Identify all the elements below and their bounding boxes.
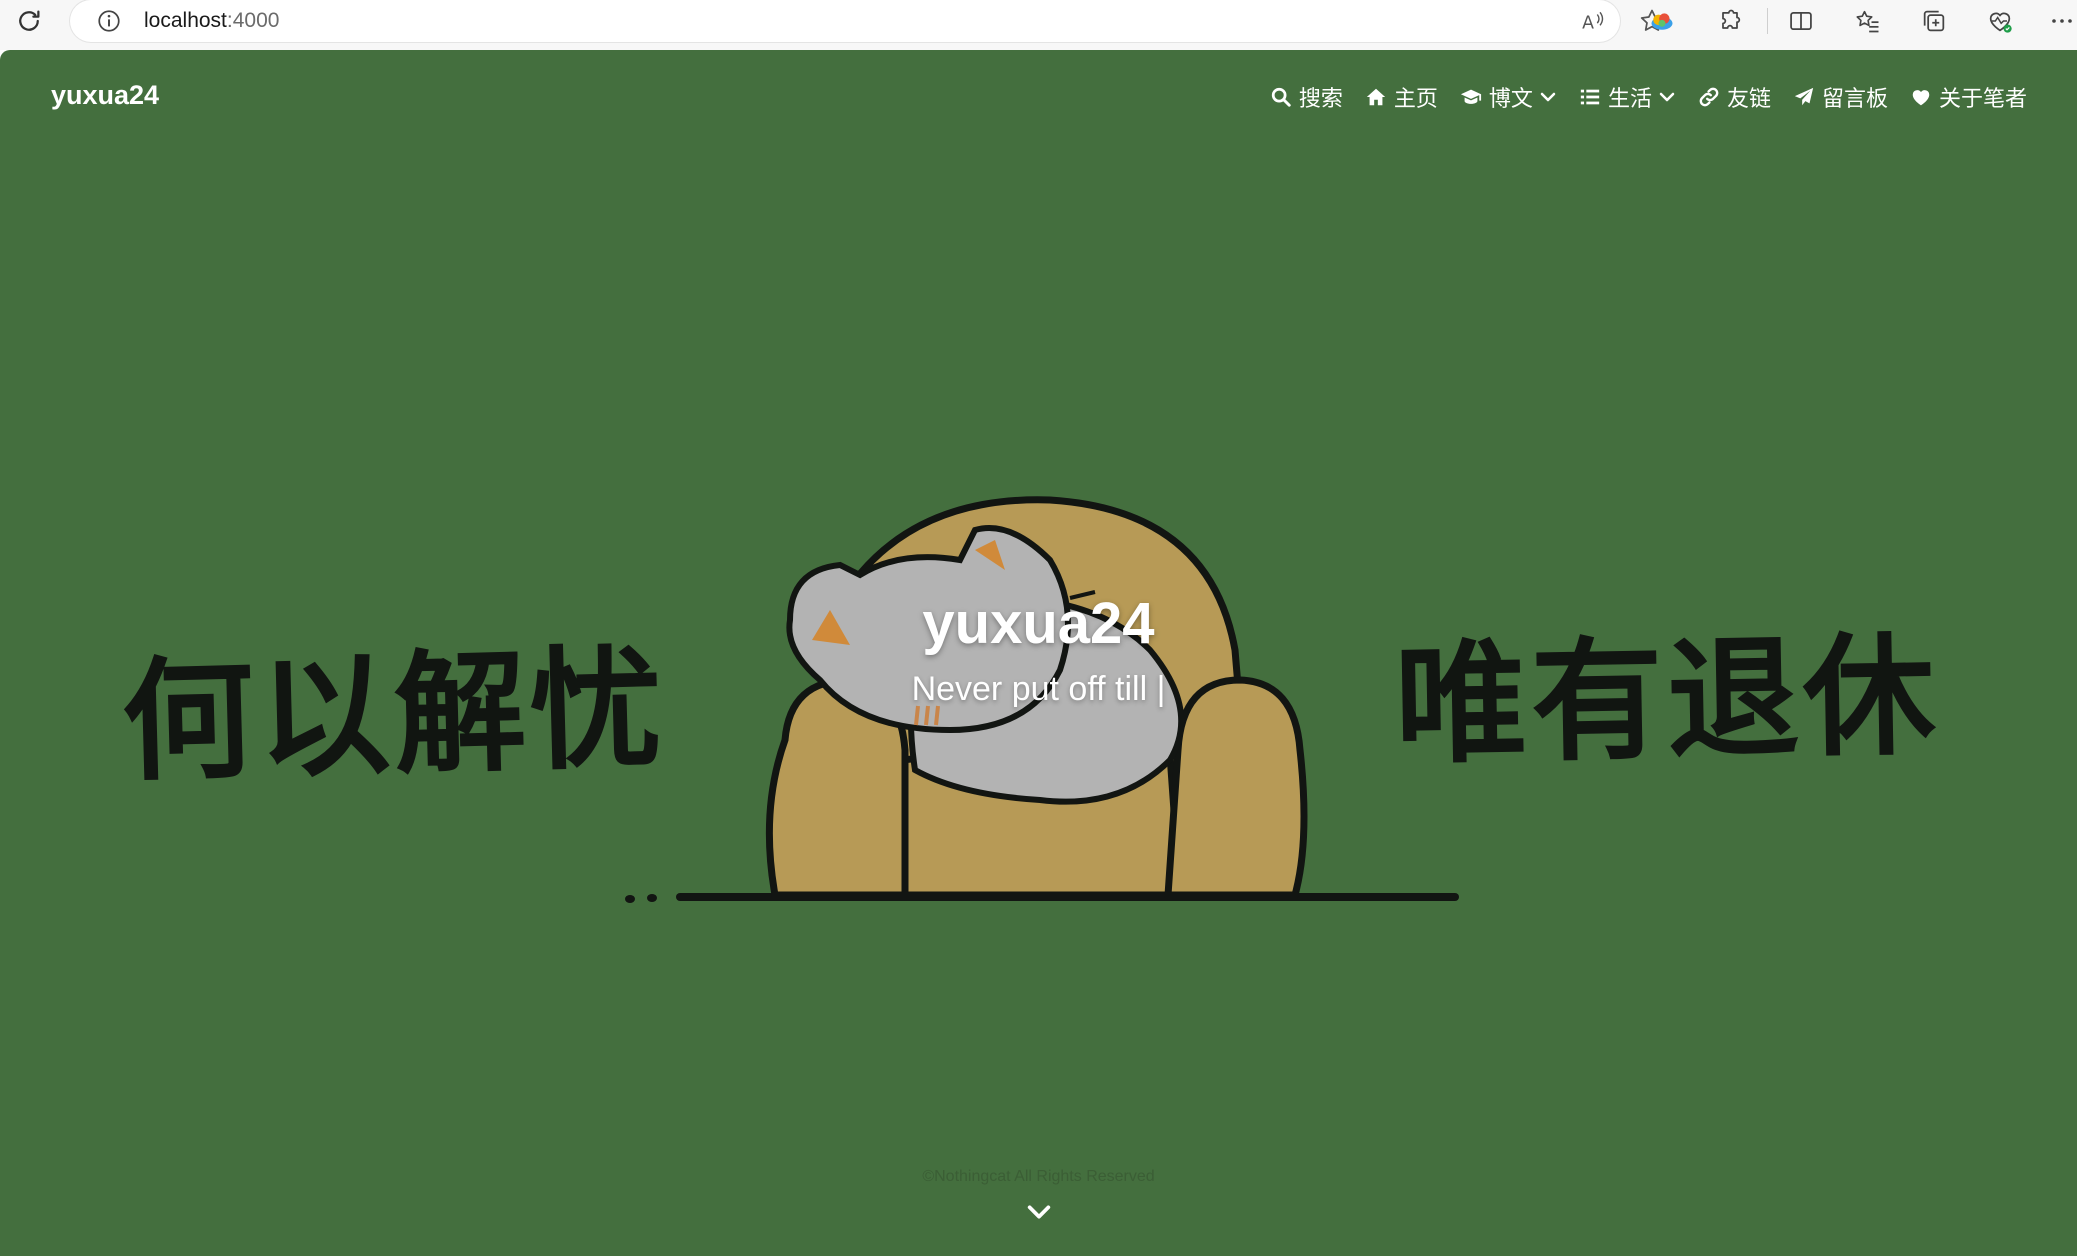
nav-item-posts[interactable]: 博文 [1460,81,1557,113]
nav-item-label: 主页 [1393,86,1438,111]
collections-icon[interactable] [1920,7,1948,35]
main-nav: 搜索 主页 博文 生活 友链 留言板 关于笔者 [1248,80,2027,114]
url-host: localhost [144,9,227,32]
reload-icon[interactable] [14,6,44,36]
svg-text:A: A [1582,14,1594,34]
nav-item-label: 友链 [1726,86,1771,111]
list-icon [1580,89,1600,105]
browser-essentials-icon[interactable] [1986,7,2014,35]
extension-cloud-icon[interactable] [1648,7,1676,35]
nav-item-about[interactable]: 关于笔者 [1910,81,2027,113]
nav-item-search[interactable]: 搜索 [1270,81,1343,113]
paper-plane-icon [1794,87,1814,106]
copyright-text: ©Nothingcat All Rights Reserved [922,1168,1155,1185]
graduation-cap-icon [1460,89,1482,104]
address-bar[interactable]: localhost:4000 A [70,0,1664,42]
more-menu-icon[interactable] [2050,7,2074,35]
chevron-down-icon [1659,92,1675,102]
toolbar-separator [1767,8,1768,34]
hero-subtitle: Never put off till | [911,670,1166,708]
nav-item-home[interactable]: 主页 [1365,81,1438,113]
nav-item-label: 搜索 [1298,86,1343,111]
link-icon [1699,87,1719,107]
nav-item-guestbook[interactable]: 留言板 [1793,81,1888,113]
url-port: :4000 [226,9,280,32]
nav-item-label: 博文 [1488,86,1533,111]
chevron-down-icon [1540,92,1556,102]
site-info-icon[interactable] [96,8,122,34]
split-screen-icon[interactable] [1787,7,1815,35]
browser-toolbar: localhost:4000 A [0,0,2077,50]
extensions-puzzle-icon[interactable] [1716,7,1744,35]
scroll-down-chevron-icon[interactable] [1025,1198,1053,1226]
hero-left-slogan: 何以解忧 [120,631,668,801]
nav-item-label: 生活 [1607,86,1652,111]
nav-item-label: 留言板 [1821,86,1888,111]
nav-item-label: 关于笔者 [1938,86,2027,111]
heart-icon [1912,90,1930,106]
hero-title: yuxua24 [922,591,1155,656]
site-brand-link[interactable]: yuxua24 [51,80,159,111]
read-aloud-icon[interactable]: A [1580,8,1606,34]
nav-item-life[interactable]: 生活 [1579,81,1676,113]
nav-item-links[interactable]: 友链 [1698,81,1771,113]
favorites-list-icon[interactable] [1854,7,1882,35]
search-icon [1271,87,1291,107]
home-icon [1366,88,1386,106]
url-text: localhost:4000 [144,9,279,33]
hero-section: 何以解忧 唯有退休 yuxua24 搜索 主页 博文 生活 友链 留言板 关于笔… [0,50,2077,1256]
